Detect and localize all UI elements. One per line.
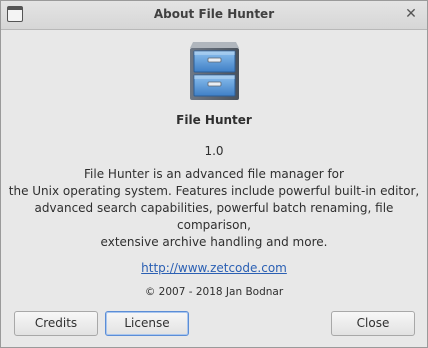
- app-version: 1.0: [204, 144, 224, 158]
- close-button[interactable]: Close: [331, 311, 415, 336]
- website-row: http://www.zetcode.com: [1, 261, 427, 275]
- app-name: File Hunter: [176, 113, 252, 127]
- description-line: the Unix operating system. Features incl…: [8, 184, 420, 198]
- close-icon[interactable]: ✕: [403, 6, 419, 22]
- copyright-text: © 2007 - 2018 Jan Bodnar: [144, 286, 284, 298]
- website-link[interactable]: http://www.zetcode.com: [141, 261, 287, 275]
- file-cabinet-icon: [190, 42, 239, 100]
- description-line: File Hunter is an advanced file manager …: [84, 167, 344, 181]
- about-dialog: About File Hunter ✕ File Hunter 1.0 File…: [0, 0, 428, 348]
- description-line: extensive archive handling and more.: [100, 235, 328, 249]
- window-title: About File Hunter: [153, 7, 275, 21]
- title-bar[interactable]: About File Hunter ✕: [1, 1, 427, 30]
- app-description: File Hunter is an advanced file manager …: [7, 166, 421, 251]
- license-button[interactable]: License: [105, 311, 189, 336]
- credits-button[interactable]: Credits: [14, 311, 98, 336]
- description-line: advanced search capabilities, powerful b…: [34, 201, 394, 232]
